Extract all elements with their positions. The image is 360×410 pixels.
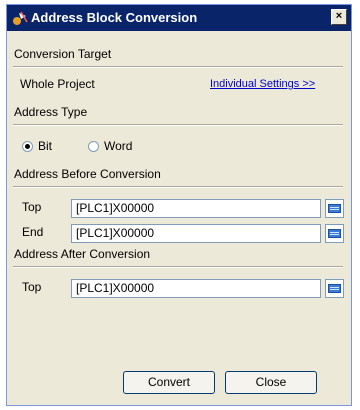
address-before-heading: Address Before Conversion [14,167,161,181]
address-block-conversion-dialog: Address Block Conversion × Conversion Ta… [6,4,352,406]
before-top-label: Top [22,200,42,214]
dialog-title: Address Block Conversion [31,10,198,25]
after-top-address-field[interactable]: [PLC1]X00000 [71,279,321,298]
before-end-address-field[interactable]: [PLC1]X00000 [71,224,321,243]
before-end-label: End [22,225,44,239]
convert-button[interactable]: Convert [123,371,215,394]
radio-word[interactable] [88,141,99,152]
section-divider [13,186,343,188]
radio-bit[interactable] [22,141,33,152]
radio-selected-dot [25,144,30,149]
keyboard-icon [328,229,341,238]
whole-project-label: Whole Project [20,77,95,91]
after-top-keyboard-button[interactable] [325,279,344,298]
app-icon [13,11,28,25]
close-window-button[interactable]: × [331,9,347,25]
before-top-address-field[interactable]: [PLC1]X00000 [71,199,321,218]
conversion-target-heading: Conversion Target [14,47,112,61]
close-button[interactable]: Close [225,371,317,394]
after-top-label: Top [22,280,42,294]
before-top-keyboard-button[interactable] [325,199,344,218]
radio-bit-label: Bit [38,139,53,153]
title-bar[interactable]: Address Block Conversion × [7,5,351,31]
keyboard-icon [328,204,341,213]
address-after-heading: Address After Conversion [14,247,151,261]
section-divider [13,266,343,268]
address-type-heading: Address Type [14,105,88,119]
before-end-keyboard-button[interactable] [325,224,344,243]
section-divider [13,124,343,126]
radio-word-label: Word [104,139,133,153]
section-divider [13,66,343,68]
individual-settings-link[interactable]: Individual Settings >> [210,78,315,90]
keyboard-icon [328,284,341,293]
